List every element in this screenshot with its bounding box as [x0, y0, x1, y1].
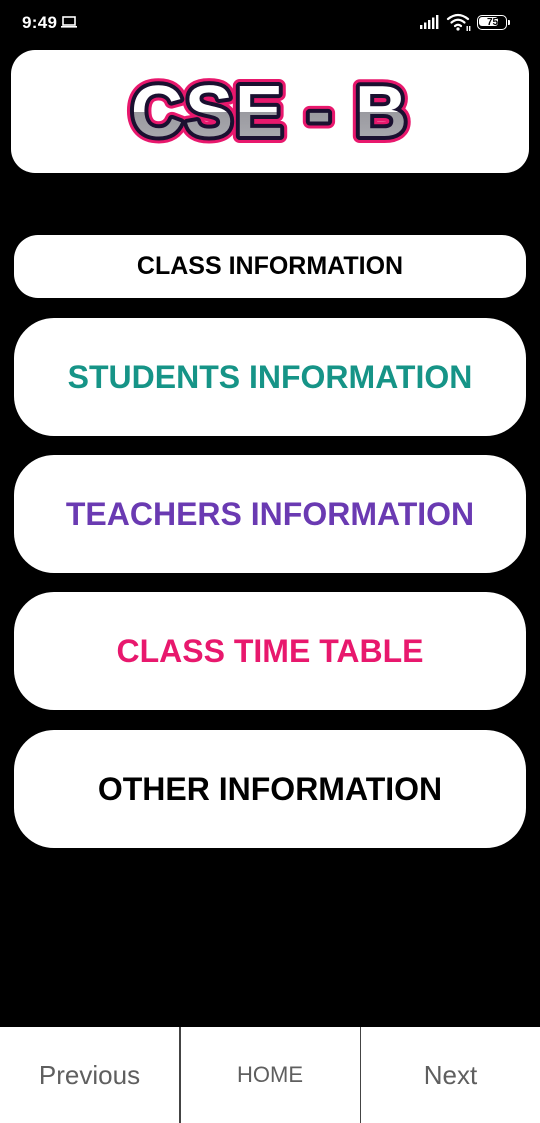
class-information-label: CLASS INFORMATION — [136, 252, 404, 280]
laptop-icon — [61, 16, 77, 28]
battery-level: 75 — [486, 17, 499, 28]
status-time: 9:49 — [22, 13, 58, 32]
app-screen: 9:49 75 CSE - B CSE - B CSE - B CLASS IN… — [0, 0, 540, 1123]
status-bar: 9:49 75 — [0, 0, 540, 46]
class-time-table-button[interactable]: CLASS TIME TABLE — [14, 592, 526, 710]
students-information-label: STUDENTS INFORMATION — [67, 358, 473, 395]
other-information-button[interactable]: OTHER INFORMATION — [14, 730, 526, 848]
teachers-information-label: TEACHERS INFORMATION — [65, 495, 475, 532]
class-time-table-label: CLASS TIME TABLE — [116, 632, 424, 669]
students-information-button[interactable]: STUDENTS INFORMATION — [14, 318, 526, 436]
previous-button[interactable]: Previous — [0, 1027, 179, 1123]
signal-icon — [420, 15, 439, 29]
next-button[interactable]: Next — [361, 1027, 540, 1123]
battery-icon: 75 — [477, 15, 510, 30]
svg-text:CSE - B: CSE - B — [131, 72, 409, 152]
teachers-information-button[interactable]: TEACHERS INFORMATION — [14, 455, 526, 573]
header-card: CSE - B CSE - B CSE - B — [11, 50, 529, 173]
cse-b-logo: CSE - B CSE - B CSE - B — [124, 65, 414, 159]
wifi-icon — [446, 13, 471, 31]
home-button[interactable]: HOME — [180, 1027, 360, 1123]
bottom-navigation: Previous HOME Next — [0, 1027, 540, 1123]
other-information-label: OTHER INFORMATION — [97, 770, 443, 807]
class-information-button[interactable]: CLASS INFORMATION — [14, 235, 526, 298]
